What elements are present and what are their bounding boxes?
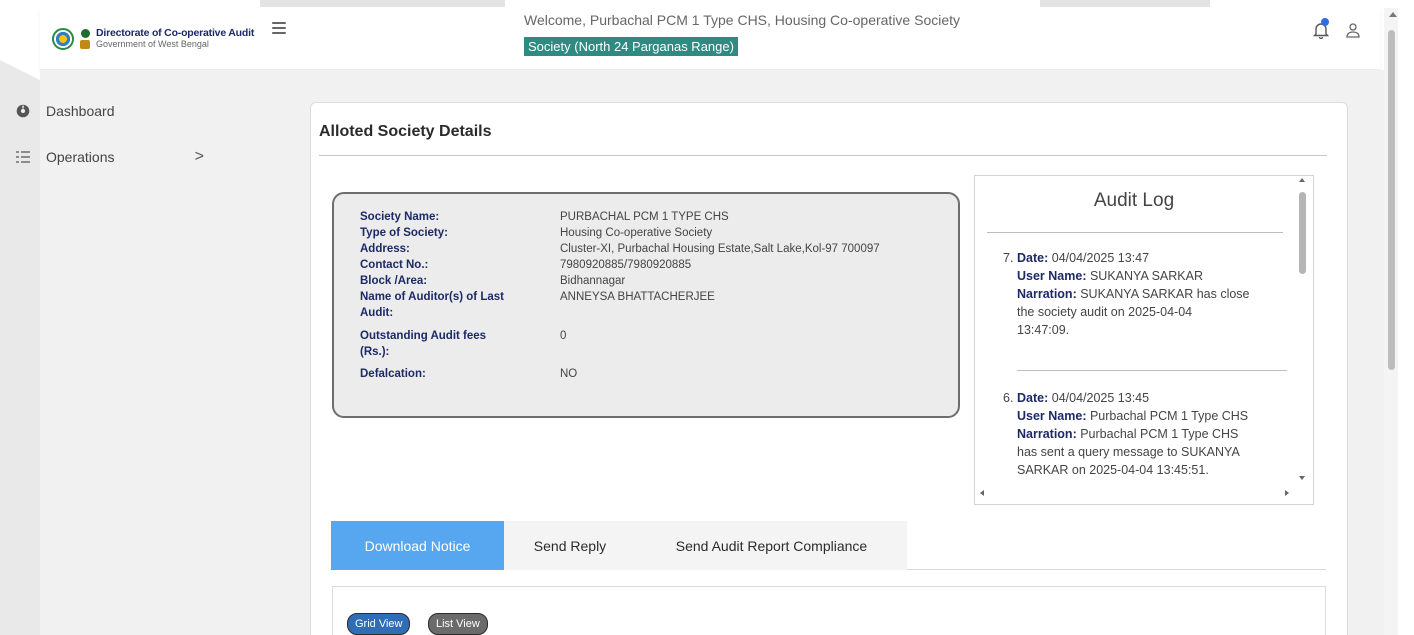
notification-dot — [1321, 18, 1329, 26]
grid-view-button[interactable]: Grid View — [347, 613, 411, 635]
divider — [987, 232, 1283, 233]
sidebar-item-label: Dashboard — [46, 103, 115, 119]
brand-subtitle: Government of West Bengal — [96, 39, 209, 49]
user-profile-icon[interactable] — [1345, 22, 1361, 38]
brand-title: Directorate of Co-operative Audit — [96, 27, 255, 39]
background-tab — [1040, 0, 1210, 7]
entry-number: 7. — [1003, 251, 1014, 265]
user-label: User Name: — [1017, 409, 1087, 423]
list-view-button[interactable]: List View — [428, 613, 488, 635]
scroll-down-arrow-icon[interactable] — [1299, 476, 1305, 480]
list-icon — [16, 150, 30, 164]
narration-label: Narration: — [1017, 427, 1077, 441]
audit-log-title: Audit Log — [1093, 190, 1175, 211]
sidebar-item-label: Operations — [46, 149, 115, 165]
detail-label: Defalcation: — [360, 368, 426, 380]
detail-value: Housing Co-operative Society — [560, 227, 713, 239]
date-label: Date: — [1017, 251, 1049, 265]
entry-number: 6. — [1003, 391, 1014, 405]
entry-date: 04/04/2025 13:47 — [1051, 251, 1150, 265]
audit-log-scrollbar-thumb[interactable] — [1299, 192, 1306, 274]
user-label: User Name: — [1017, 269, 1087, 283]
narration-line: SUKANYA SARKAR has close — [1080, 287, 1250, 301]
narration-line: Purbachal PCM 1 Type CHS — [1080, 427, 1239, 441]
scroll-up-arrow-icon[interactable] — [1389, 12, 1397, 17]
entry-date: 04/04/2025 13:45 — [1051, 391, 1150, 405]
detail-label: Contact No.: — [360, 259, 429, 271]
detail-label: Society Name: — [360, 211, 440, 223]
narration-label: Narration: — [1017, 287, 1077, 301]
scroll-left-arrow-icon[interactable] — [980, 490, 984, 496]
detail-value: NO — [560, 368, 578, 380]
detail-value: Bidhannagar — [560, 275, 626, 287]
range-badge: Society (North 24 Parganas Range) — [524, 37, 738, 56]
dashboard-icon — [16, 104, 30, 118]
sidebar-item-dashboard[interactable]: Dashboard — [16, 103, 216, 119]
divider — [1017, 370, 1287, 371]
background-tab — [260, 0, 505, 7]
scroll-up-arrow-icon[interactable] — [1299, 178, 1305, 182]
scroll-right-arrow-icon[interactable] — [1285, 490, 1289, 496]
detail-label: Type of Society: — [360, 227, 448, 239]
tab-download-notice[interactable]: Download Notice — [331, 521, 504, 570]
detail-value: 0 — [560, 330, 567, 342]
detail-value: 7980920885/7980920885 — [560, 259, 692, 271]
audit-log-panel[interactable]: Audit Log 7. Date: 04/04/2025 13:47 User… — [974, 175, 1314, 505]
narration-line: the society audit on 2025-04-04 — [1017, 305, 1193, 319]
entry-user: SUKANYA SARKAR — [1089, 269, 1203, 283]
welcome-text: Welcome, Purbachal PCM 1 Type CHS, Housi… — [524, 12, 961, 28]
detail-label: Name of Auditor(s) of Last — [360, 291, 504, 303]
tab-send-audit-report-compliance[interactable]: Send Audit Report Compliance — [636, 521, 907, 570]
brand[interactable]: Directorate of Co-operative Audit Govern… — [40, 8, 272, 70]
tab-send-reply[interactable]: Send Reply — [504, 521, 636, 570]
detail-label: Address: — [360, 243, 410, 255]
detail-label: Outstanding Audit fees — [360, 330, 487, 342]
page-title: Alloted Society Details — [319, 123, 492, 140]
detail-value: PURBACHAL PCM 1 TYPE CHS — [560, 211, 729, 223]
detail-value: Cluster-XI, Purbachal Housing Estate,Sal… — [560, 243, 880, 255]
sidebar-item-operations[interactable]: Operations > — [16, 148, 216, 165]
divider — [319, 155, 1327, 156]
detail-label: Block /Area: — [360, 275, 428, 287]
audit-log-entry: 6. Date: 04/04/2025 13:45 User Name: Pur… — [1003, 389, 1273, 479]
notification-bell-icon[interactable] — [1312, 18, 1330, 40]
seal-logo-icon — [52, 28, 74, 50]
chevron-right-icon: > — [194, 148, 204, 165]
narration-line: SARKAR on 2025-04-04 13:45:51. — [1017, 463, 1209, 477]
audit-log-entry: 7. Date: 04/04/2025 13:47 User Name: SUK… — [1003, 249, 1273, 339]
date-label: Date: — [1017, 391, 1049, 405]
page-scrollbar-thumb[interactable] — [1388, 30, 1395, 370]
detail-label: (Rs.): — [360, 346, 390, 358]
entry-user: Purbachal PCM 1 Type CHS — [1089, 409, 1249, 423]
narration-line: 13:47:09. — [1017, 323, 1070, 337]
detail-label: Audit: — [360, 307, 394, 319]
detail-value: ANNEYSA BHATTACHERJEE — [560, 291, 715, 303]
menu-toggle-icon[interactable] — [272, 22, 286, 34]
emblem-logo-icon — [80, 29, 90, 49]
narration-line: has sent a query message to SUKANYA — [1017, 445, 1240, 459]
